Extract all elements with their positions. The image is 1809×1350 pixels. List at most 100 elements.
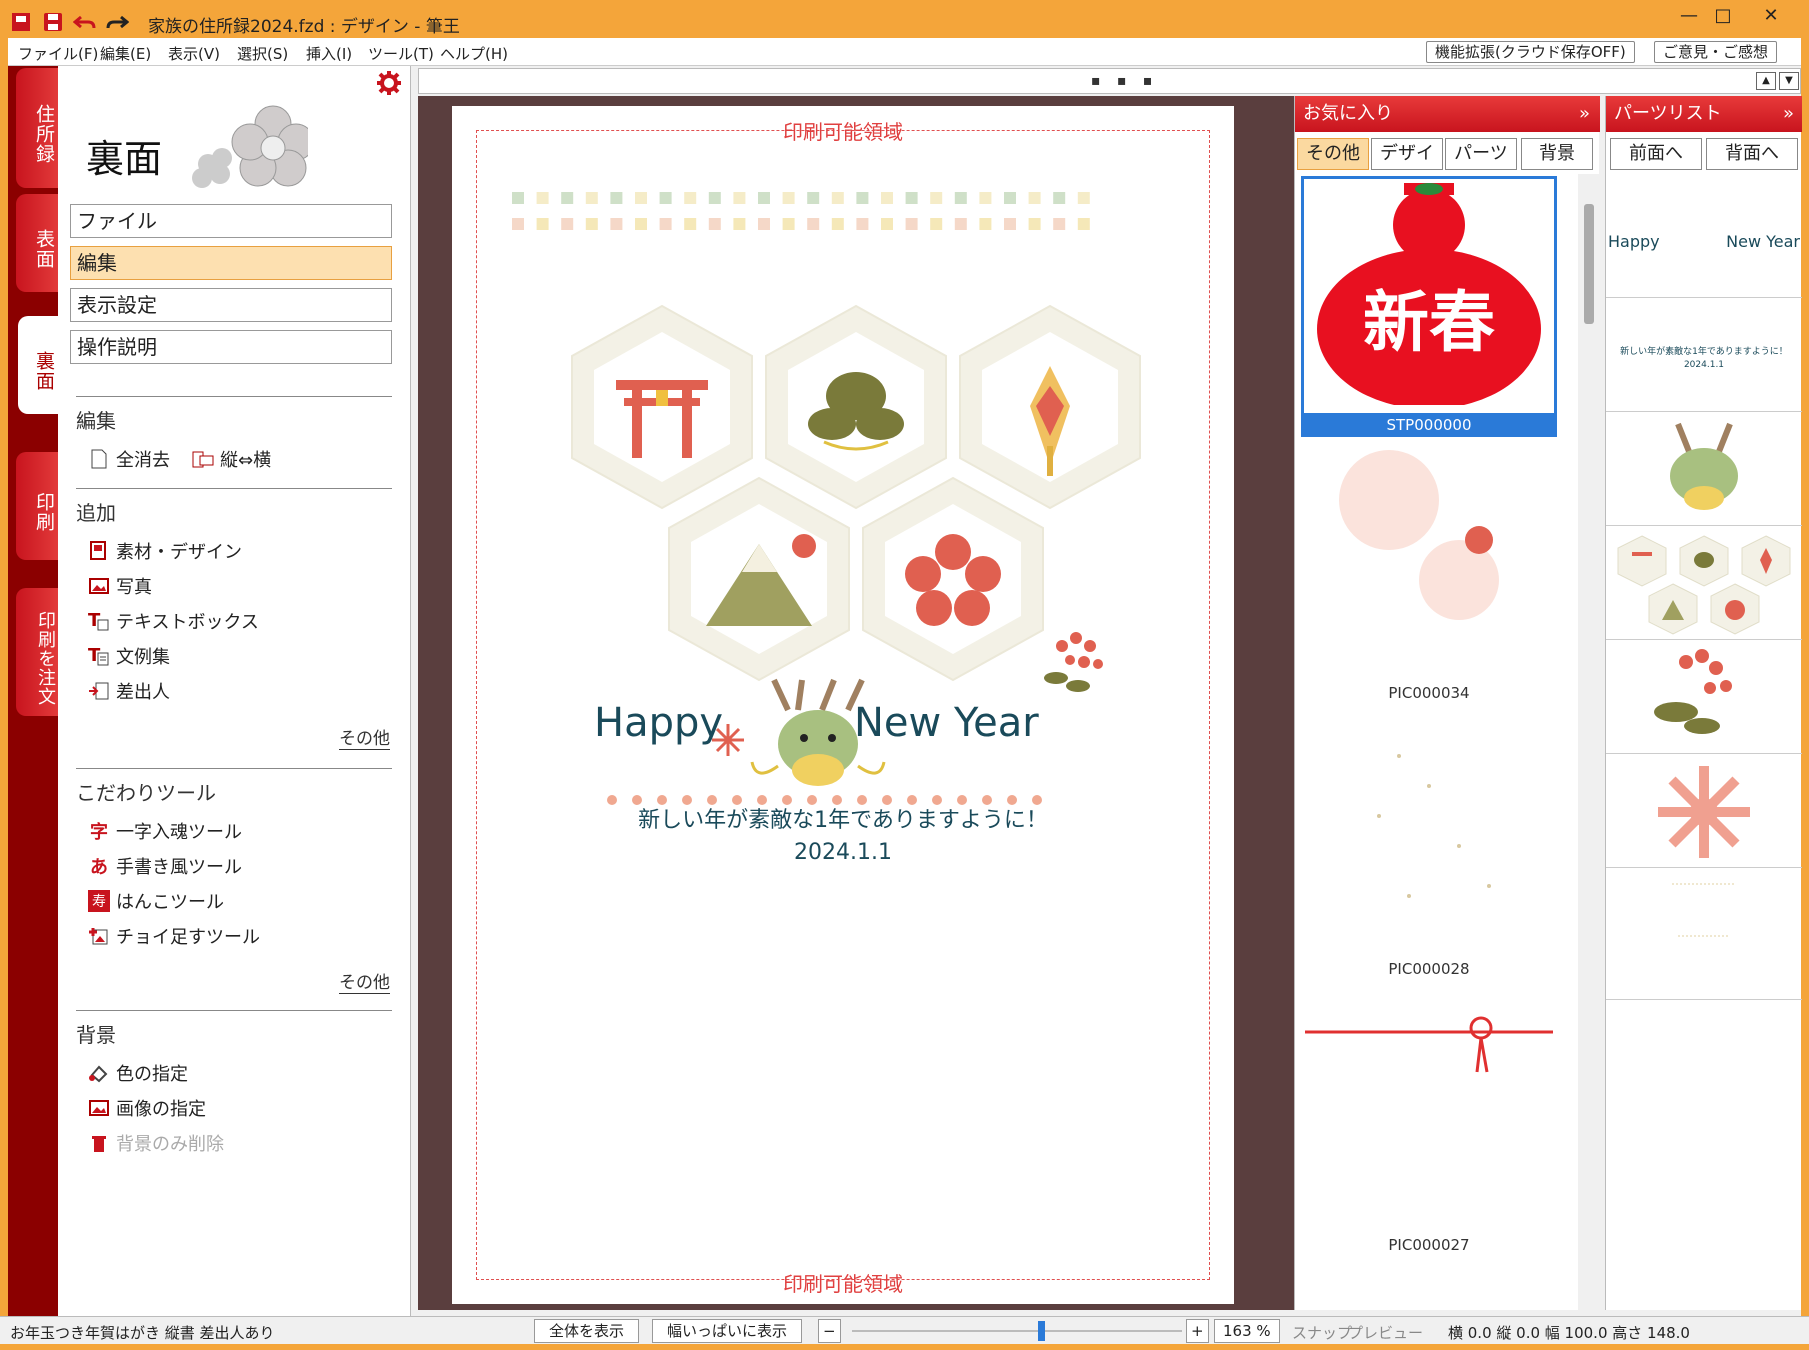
textbox-icon: T — [88, 610, 110, 632]
zoom-level[interactable]: 163 % — [1214, 1319, 1280, 1343]
list-item[interactable] — [1606, 870, 1802, 1000]
app-icon[interactable] — [8, 9, 34, 35]
zoom-out-button[interactable]: − — [818, 1319, 841, 1343]
rotate-button[interactable]: 縦⇔横 — [192, 446, 271, 472]
zoom-in-button[interactable]: + — [1186, 1319, 1209, 1343]
menu-view[interactable]: 表示(V) — [168, 43, 220, 64]
pattern-square — [905, 218, 918, 230]
fav-tab-other[interactable]: その他 — [1297, 138, 1369, 170]
menu-edit[interactable]: 編集(E) — [100, 43, 151, 64]
feedback-button[interactable]: ご意見・ご感想 — [1654, 41, 1778, 63]
save-icon[interactable] — [40, 9, 66, 35]
nav-edit[interactable]: 編集 — [70, 246, 392, 280]
add-material-button[interactable]: 素材・デザイン — [88, 538, 242, 564]
menu-help[interactable]: ヘルプ(H) — [440, 43, 508, 64]
choitasu-tool-button[interactable]: チョイ足すツール — [88, 923, 260, 949]
list-item[interactable] — [1606, 528, 1802, 640]
fit-all-button[interactable]: 全体を表示 — [534, 1319, 640, 1343]
bg-image-button[interactable]: 画像の指定 — [88, 1095, 206, 1121]
bg-color-button[interactable]: 色の指定 — [88, 1060, 188, 1086]
dotted-line-icon — [1672, 883, 1736, 937]
fav-tab-parts[interactable]: パーツ — [1445, 138, 1517, 170]
menu-select[interactable]: 選択(S) — [237, 43, 288, 64]
stamp-tool-button[interactable]: 寿はんこツール — [88, 888, 224, 914]
add-textbox-button[interactable]: T テキストボックス — [88, 608, 259, 634]
close-button[interactable]: ✕ — [1748, 0, 1794, 30]
fit-width-button[interactable]: 幅いっぱいに表示 — [652, 1319, 803, 1343]
tools-more-link[interactable]: その他 — [339, 968, 390, 994]
menu-tools[interactable]: ツール(T) — [368, 43, 434, 64]
extension-button[interactable]: 機能拡張(クラウド保存OFF) — [1426, 41, 1635, 63]
handwriting-tool-button[interactable]: あ手書き風ツール — [88, 853, 242, 879]
pattern-square — [585, 218, 598, 230]
list-item[interactable]: 新しい年が素敵な1年でありますように！ 2024.1.1 — [1606, 300, 1802, 412]
tab-print[interactable]: 印刷 — [16, 452, 58, 560]
favorites-scrollbar[interactable] — [1578, 174, 1600, 1310]
scrollbar-thumb[interactable] — [1584, 204, 1594, 324]
greeting-date[interactable]: 2024.1.1 — [452, 840, 1234, 865]
pattern-square — [881, 192, 893, 204]
greeting-new-year[interactable]: New Year — [854, 700, 1094, 746]
greeting-message[interactable]: 新しい年が素敵な1年でありますように！ — [452, 802, 1234, 834]
nav-display-settings[interactable]: 表示設定 — [70, 288, 392, 322]
trash-icon — [88, 1132, 110, 1154]
tab-back[interactable]: 裏面 — [18, 316, 58, 414]
add-sender-button[interactable]: 差出人 — [88, 678, 170, 704]
maximize-button[interactable]: □ — [1700, 0, 1746, 30]
tab-address-book[interactable]: 住所録 — [16, 68, 58, 188]
main-body: 住所録 表面 裏面 印刷 印刷を注文 裏面 ファイル 編集 表示設定 操作説明 … — [8, 66, 1802, 1316]
pattern-square — [708, 192, 721, 204]
fav-tab-design[interactable]: デザイン — [1371, 138, 1443, 194]
redo-icon[interactable] — [104, 9, 130, 35]
splitter-handle[interactable]: ▪ ▪ ▪ — [1091, 73, 1158, 89]
list-item[interactable]: 新春 STP000000 — [1301, 176, 1557, 437]
pattern-square — [733, 218, 746, 230]
pattern-square — [954, 192, 967, 204]
list-item[interactable]: PIC000027 — [1301, 1002, 1557, 1262]
pattern-square — [708, 218, 721, 230]
list-item[interactable]: Happy New Year — [1606, 186, 1802, 298]
add-textbox-label: テキストボックス — [116, 612, 259, 633]
send-back-button[interactable]: 背面へ — [1706, 138, 1798, 170]
scroll-up-arrow[interactable]: ▲ — [1756, 72, 1776, 90]
clear-all-button[interactable]: 全消去 — [88, 446, 170, 472]
ichiji-tool-button[interactable]: 字一字入魂ツール — [88, 818, 242, 844]
tab-print-order[interactable]: 印刷を注文 — [16, 588, 58, 716]
menu-bar: ファイル(F) 編集(E) 表示(V) 選択(S) 挿入(I) ツール(T) ヘ… — [8, 38, 1801, 66]
bg-delete-button[interactable]: 背景のみ削除 — [88, 1130, 224, 1156]
pattern-square — [684, 192, 697, 204]
list-item[interactable]: PIC000028 — [1301, 726, 1557, 986]
list-item[interactable]: PIC000034 — [1301, 450, 1557, 710]
list-item[interactable] — [1606, 756, 1802, 868]
bring-front-button[interactable]: 前面へ — [1610, 138, 1702, 170]
part-text-happy: Happy — [1608, 232, 1660, 251]
menu-insert[interactable]: 挿入(I) — [306, 43, 352, 64]
double-chevron-icon[interactable]: » — [1783, 96, 1794, 132]
pattern-square — [930, 192, 943, 204]
zoom-slider-track[interactable] — [852, 1330, 1182, 1332]
add-more-link[interactable]: その他 — [339, 724, 390, 750]
zoom-slider-handle[interactable] — [1038, 1321, 1045, 1341]
list-item[interactable] — [1606, 414, 1802, 526]
tab-front[interactable]: 表面 — [16, 194, 58, 292]
menu-file[interactable]: ファイル(F) — [18, 43, 98, 64]
pattern-square — [758, 192, 770, 204]
status-card-type: お年玉つき年賀はがき 縦書 差出人あり — [10, 1324, 275, 1342]
add-photo-label: 写真 — [116, 577, 152, 598]
greeting-happy[interactable]: Happy — [594, 700, 734, 746]
nav-file[interactable]: ファイル — [70, 204, 392, 238]
add-photo-button[interactable]: 写真 — [88, 573, 152, 599]
double-chevron-icon[interactable]: » — [1579, 96, 1590, 132]
add-examples-button[interactable]: T 文例集 — [88, 643, 170, 669]
nav-instructions[interactable]: 操作説明 — [70, 330, 392, 364]
scroll-down-arrow[interactable]: ▼ — [1779, 72, 1799, 90]
berry-branch-icon — [1044, 632, 1103, 692]
fav-tab-background[interactable]: 背景 — [1521, 138, 1593, 170]
preview-toggle[interactable]: プレビュー — [1348, 1322, 1423, 1343]
snap-toggle[interactable]: スナップ — [1292, 1322, 1352, 1343]
gear-icon[interactable] — [376, 70, 402, 96]
postcard[interactable]: 印刷可能領域 印刷可能領域 Happy New Year 新しい年が素敵な1年で… — [452, 106, 1234, 1304]
list-item[interactable] — [1606, 642, 1802, 754]
undo-icon[interactable] — [72, 9, 98, 35]
card-artwork[interactable] — [452, 106, 1234, 1304]
